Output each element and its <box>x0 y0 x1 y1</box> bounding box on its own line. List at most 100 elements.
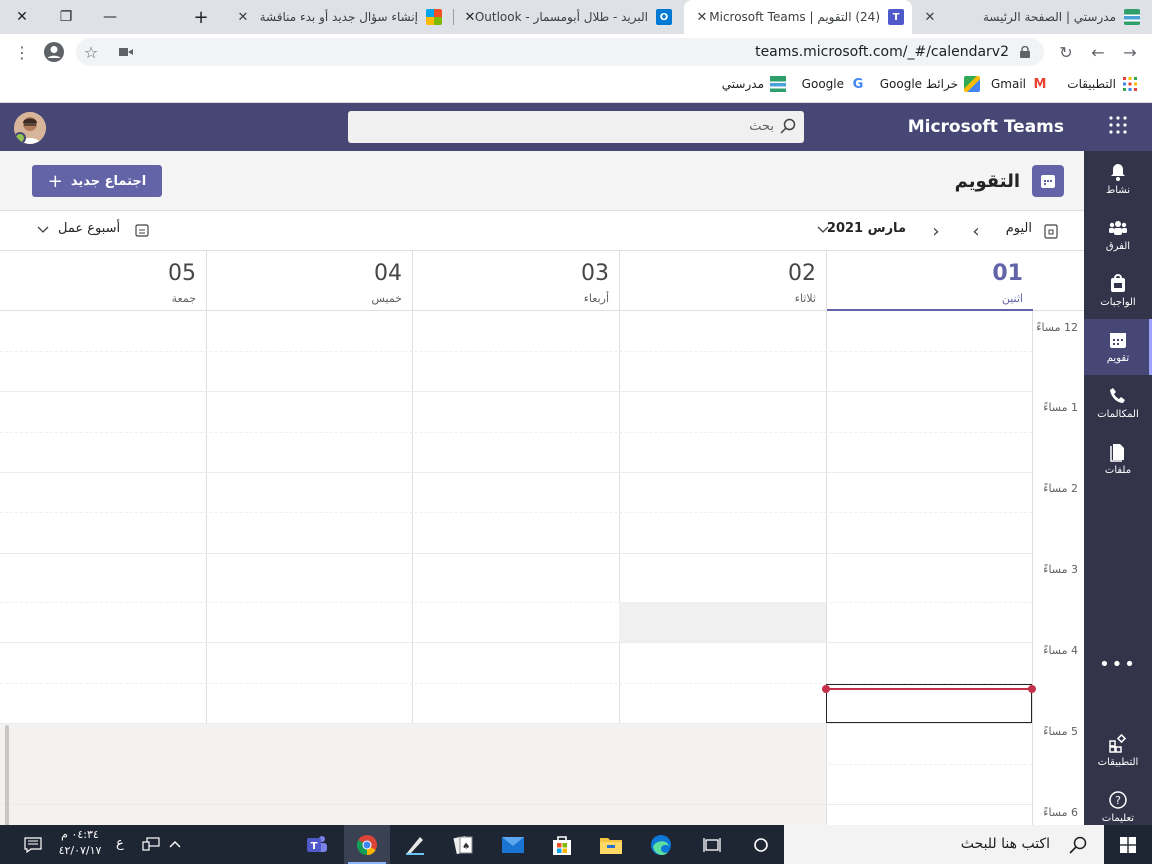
browser-tab-1[interactable]: مدرستي | الصفحة الرئيسة ✕ <box>916 0 1148 34</box>
rail-item-calls[interactable]: المكالمات <box>1084 375 1152 431</box>
restore-window-button[interactable]: ❐ <box>44 0 88 34</box>
search-input[interactable]: بحث <box>348 111 804 143</box>
today-button[interactable]: اليوم <box>1006 221 1032 236</box>
day-header-friday[interactable]: 05 جمعة <box>0 251 206 311</box>
edge-icon[interactable] <box>638 825 684 864</box>
current-time-dot <box>822 685 830 693</box>
browser-tab-2[interactable]: T (24) التقويم | Microsoft Teams ✕ <box>684 0 912 34</box>
menu-dots-icon[interactable]: ⋮ <box>10 40 34 64</box>
rail-item-apps[interactable]: التطبيقات <box>1084 723 1152 779</box>
browser-tab-4[interactable]: إنشاء سؤال جديد أو بدء مناقشة ✕ <box>225 0 450 34</box>
day-header-wednesday[interactable]: 03 أربعاء <box>412 251 619 311</box>
lock-icon[interactable] <box>1018 45 1032 59</box>
bookmark-label: Gmail <box>990 77 1026 91</box>
rail-item-activity[interactable]: نشاط <box>1084 151 1152 207</box>
day-header-thursday[interactable]: 04 خميس <box>206 251 412 311</box>
time-label: 2 مساءً <box>1043 482 1078 495</box>
chevron-down-icon[interactable] <box>816 222 830 238</box>
svg-text:?: ? <box>1115 794 1121 807</box>
phone-icon <box>1110 388 1125 403</box>
windows-start-button[interactable] <box>1104 825 1152 864</box>
rail-item-calendar[interactable]: تقويم <box>1084 319 1152 375</box>
app-launcher-icon[interactable] <box>1108 115 1128 135</box>
time-grid: 12 مساءً 1 مساءً 2 مساءً 3 مساءً 4 مساءً… <box>0 311 1084 825</box>
new-meeting-button[interactable]: اجتماع جديد + <box>32 165 162 197</box>
close-tab-icon[interactable]: ✕ <box>922 9 938 25</box>
chevron-down-icon[interactable] <box>36 223 50 237</box>
browser-tab-3[interactable]: O البريد - طلال أبومسمار - Outlook <box>455 0 680 34</box>
bookmark-apps[interactable]: التطبيقات <box>1067 76 1138 92</box>
day-header-row: 01 اثنين 02 ثلاثاء 03 أربعاء 04 خميس 05 … <box>0 251 1084 312</box>
notifications-icon[interactable] <box>22 835 44 855</box>
network-icon[interactable] <box>140 835 162 853</box>
bookmark-label: مدرستي <box>721 77 764 91</box>
vertical-scrollbar[interactable] <box>5 725 9 825</box>
taskbar-search-input[interactable]: اكتب هنا للبحث <box>784 825 1104 864</box>
view-selector[interactable]: أسبوع عمل <box>58 221 120 236</box>
bookmarks-bar: التطبيقات M Gmail خرائط Google G Google … <box>0 70 1152 103</box>
teams-taskbar-icon[interactable]: T <box>294 825 340 864</box>
calendar-nav-row: اليوم › ‹ مارس 2021 أسبوع عمل <box>0 211 1084 251</box>
day-number: 01 <box>992 261 1023 286</box>
search-icon <box>780 118 796 134</box>
star-icon[interactable]: ☆ <box>82 43 100 62</box>
camera-icon[interactable] <box>118 44 134 60</box>
whiteboard-icon[interactable] <box>392 825 438 864</box>
language-indicator[interactable]: ع <box>116 836 124 851</box>
rail-item-files[interactable]: ملفات <box>1084 431 1152 487</box>
chevron-left-icon[interactable]: ‹ <box>928 221 944 242</box>
help-icon: ? <box>1109 791 1127 809</box>
today-calendar-icon[interactable] <box>1042 222 1060 240</box>
tab-title: البريد - طلال أبومسمار - Outlook <box>474 10 648 24</box>
busy-slot <box>619 602 826 642</box>
close-tab-icon[interactable]: ✕ <box>462 9 478 25</box>
address-bar[interactable]: ☆ teams.microsoft.com/_#/calendarv2 <box>76 38 1044 66</box>
bookmark-gmail[interactable]: M Gmail <box>991 76 1048 92</box>
close-window-button[interactable]: ✕ <box>0 0 44 34</box>
new-tab-button[interactable]: + <box>188 5 214 29</box>
cortana-icon[interactable] <box>738 825 784 864</box>
mail-icon[interactable] <box>490 825 536 864</box>
time-label: 3 مساءً <box>1043 563 1078 576</box>
search-placeholder: بحث <box>749 119 774 134</box>
taskbar-clock[interactable]: ٠٤:٣٤ م ٤٢/٠٧/١٧ <box>52 827 108 862</box>
task-view-icon[interactable] <box>689 825 735 864</box>
bookmark-madrasati[interactable]: مدرستي <box>722 76 786 92</box>
tab-title: (24) التقويم | Microsoft Teams <box>709 10 880 24</box>
chevron-right-icon[interactable]: › <box>968 221 984 242</box>
rail-label: ملفات <box>1104 465 1132 476</box>
rail-item-assignments[interactable]: الواجبات <box>1084 263 1152 319</box>
file-icon <box>1110 444 1124 462</box>
more-apps-icon[interactable]: ••• <box>1084 649 1152 679</box>
time-label: 1 مساءً <box>1043 401 1078 414</box>
bookmark-google[interactable]: G Google <box>802 76 866 92</box>
show-hidden-icons-chevron-up-icon[interactable] <box>166 835 184 853</box>
profile-icon[interactable] <box>42 40 66 64</box>
bookmark-maps[interactable]: خرائط Google <box>880 76 980 92</box>
close-tab-icon[interactable]: ✕ <box>694 9 710 25</box>
forward-arrow-icon[interactable]: → <box>1118 40 1142 64</box>
view-calendar-icon[interactable] <box>134 222 150 238</box>
tab-title: مدرستي | الصفحة الرئيسة <box>982 10 1116 24</box>
assignments-icon <box>1111 274 1125 292</box>
current-time-dot <box>1028 685 1036 693</box>
back-arrow-icon[interactable]: ← <box>1086 40 1110 64</box>
minimize-window-button[interactable]: — <box>88 0 132 34</box>
bookmark-label: خرائط Google <box>879 77 958 91</box>
file-explorer-icon[interactable] <box>588 825 634 864</box>
month-selector[interactable]: مارس 2021 <box>827 221 906 236</box>
chrome-icon[interactable] <box>344 825 390 864</box>
bookmark-label: Google <box>801 77 844 91</box>
current-time-indicator <box>826 688 1032 690</box>
solitaire-icon[interactable]: ♠ <box>440 825 486 864</box>
clock-date: ٤٢/٠٧/١٧ <box>58 844 102 857</box>
close-tab-icon[interactable]: ✕ <box>235 9 251 25</box>
microsoft-store-icon[interactable] <box>539 825 585 864</box>
day-header-monday[interactable]: 01 اثنين <box>826 251 1033 312</box>
teams-header: Microsoft Teams بحث <box>0 103 1152 151</box>
reload-icon[interactable]: ↻ <box>1054 40 1078 64</box>
day-column-monday[interactable] <box>826 311 1033 825</box>
day-header-tuesday[interactable]: 02 ثلاثاء <box>619 251 826 311</box>
rail-item-teams[interactable]: الفرق <box>1084 207 1152 263</box>
avatar[interactable] <box>14 112 46 144</box>
